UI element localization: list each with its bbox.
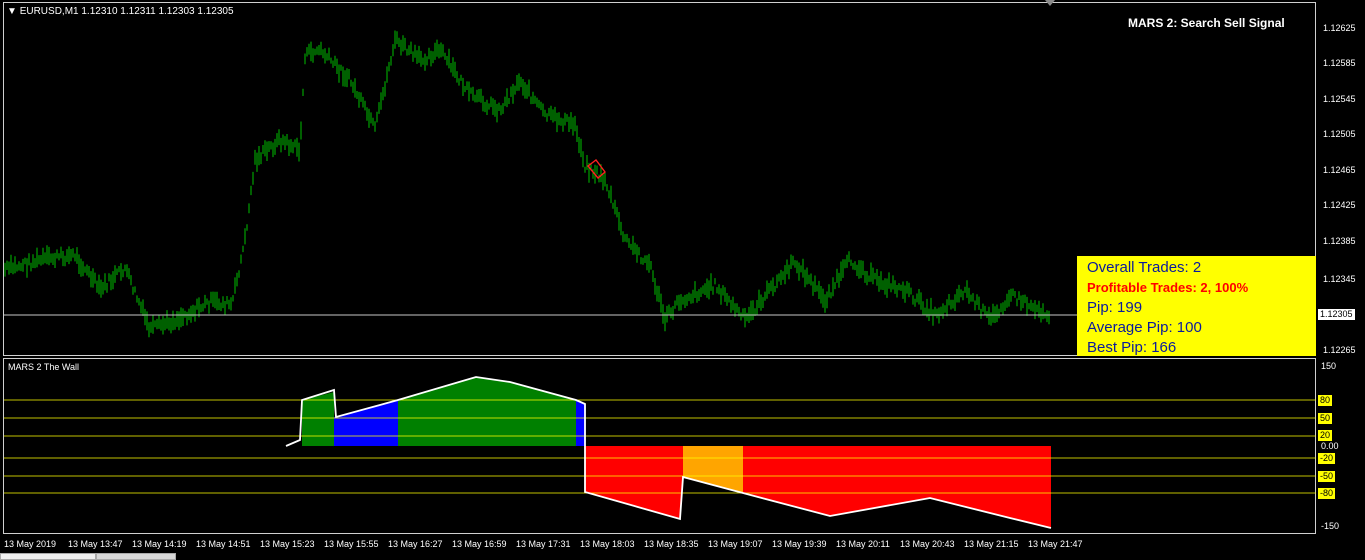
price-axis-label: 1.12345 bbox=[1323, 274, 1356, 284]
price-axis-label: 1.12585 bbox=[1323, 58, 1356, 68]
time-axis-label: 13 May 15:55 bbox=[324, 539, 379, 549]
price-axis-label: 1.12425 bbox=[1323, 200, 1356, 210]
chart-tab[interactable] bbox=[96, 553, 176, 560]
time-axis-label: 13 May 18:03 bbox=[580, 539, 635, 549]
time-axis-label: 13 May 20:11 bbox=[836, 539, 890, 549]
bull-soft-zone bbox=[334, 400, 398, 446]
tab-strip bbox=[0, 553, 1365, 560]
time-axis-label: 13 May 21:15 bbox=[964, 539, 1019, 549]
indicator-plot bbox=[4, 376, 1316, 529]
time-axis-label: 13 May 2019 bbox=[4, 539, 57, 549]
time-axis-label: 13 May 18:35 bbox=[644, 539, 699, 549]
time-axis-label: 13 May 17:31 bbox=[516, 539, 571, 549]
bull-soft-zone bbox=[576, 400, 585, 446]
bear-soft-zone bbox=[683, 446, 743, 493]
chart-tab-active[interactable] bbox=[0, 553, 96, 560]
price-axis-label: 1.12265 bbox=[1323, 345, 1356, 355]
time-axis-label: 13 May 14:51 bbox=[196, 539, 251, 549]
level-label: 20 bbox=[1318, 430, 1333, 441]
current-price-tag: 1.12305 bbox=[1318, 309, 1355, 320]
time-axis-label: 13 May 14:19 bbox=[132, 539, 187, 549]
level-label: -20 bbox=[1318, 453, 1336, 464]
time-axis-label: 13 May 19:39 bbox=[772, 539, 827, 549]
price-axis-label: 1.12385 bbox=[1323, 236, 1356, 246]
indicator-axis-bottom: -150 bbox=[1321, 521, 1340, 531]
price-axis-label: 1.12505 bbox=[1323, 129, 1356, 139]
level-label: 80 bbox=[1318, 395, 1333, 406]
price-axis-label: 1.12625 bbox=[1323, 23, 1356, 33]
price-axis-label: 1.12465 bbox=[1323, 165, 1356, 175]
indicator-axis-zero: 0.00 bbox=[1321, 441, 1339, 451]
indicator-axis-top: 150 bbox=[1321, 361, 1337, 371]
level-label: -50 bbox=[1318, 471, 1336, 482]
time-axis-label: 13 May 19:07 bbox=[708, 539, 763, 549]
time-axis-label: 13 May 16:59 bbox=[452, 539, 507, 549]
price-axis-label: 1.12545 bbox=[1323, 94, 1356, 104]
level-label: -80 bbox=[1318, 488, 1336, 499]
time-axis-label: 13 May 16:27 bbox=[388, 539, 443, 549]
time-axis-label: 13 May 15:23 bbox=[260, 539, 315, 549]
time-axis-label: 13 May 20:43 bbox=[900, 539, 955, 549]
time-axis-label: 13 May 21:47 bbox=[1028, 539, 1083, 549]
level-label: 50 bbox=[1318, 413, 1333, 424]
time-axis-label: 13 May 13:47 bbox=[68, 539, 123, 549]
